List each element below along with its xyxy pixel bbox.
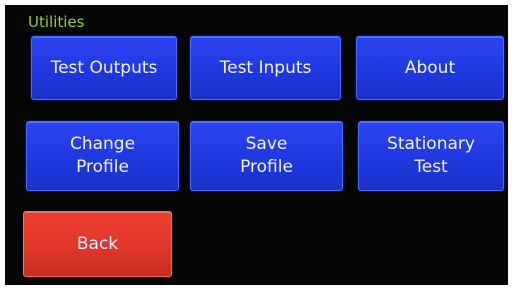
- about-button[interactable]: About: [356, 36, 504, 100]
- save-profile-button[interactable]: Save Profile: [190, 121, 343, 191]
- back-button[interactable]: Back: [23, 211, 172, 277]
- touch-screen: Utilities Test Outputs Test Inputs About…: [5, 5, 508, 285]
- stationary-test-button[interactable]: Stationary Test: [358, 121, 504, 191]
- test-inputs-button[interactable]: Test Inputs: [190, 36, 341, 100]
- change-profile-button[interactable]: Change Profile: [26, 121, 179, 191]
- test-outputs-button[interactable]: Test Outputs: [31, 36, 177, 100]
- screen-title: Utilities: [28, 13, 85, 31]
